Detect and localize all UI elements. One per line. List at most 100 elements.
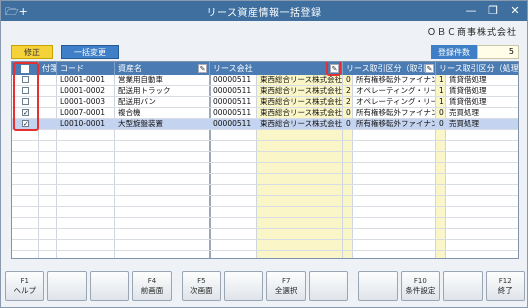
cell-type-code[interactable]: 2 [343, 86, 353, 96]
fkey-f12-button[interactable]: F12 終了 [485, 271, 525, 301]
fkey-key: F4 [147, 277, 157, 285]
cell-lease-type[interactable]: オペレーティング・リー [353, 97, 435, 107]
header-lease-company[interactable]: リース会社 [210, 62, 343, 75]
header-tag[interactable]: 付箋 [39, 62, 57, 75]
cell-asset-name[interactable]: 大型旋盤装置 [115, 119, 197, 129]
cell-company-code[interactable]: 00000511 [210, 108, 256, 118]
cell-code[interactable]: L0001-0003 [57, 97, 115, 107]
row-divider [12, 162, 518, 163]
cell-code[interactable]: L0010-0001 [57, 119, 115, 129]
header-asset-name[interactable]: 資産名 [115, 62, 210, 75]
cell-code[interactable]: L0001-0002 [57, 86, 115, 96]
cell-processing[interactable]: 売買処理 [446, 119, 518, 129]
fkey-label: 終了 [497, 286, 513, 295]
minimize-icon[interactable]: — [463, 2, 479, 18]
row-divider [12, 250, 518, 251]
cell-code[interactable]: L0001-0001 [57, 75, 115, 85]
cell-asset-name[interactable]: 複合機 [115, 108, 197, 118]
header-lease-type-label: リース取引区分（取引） [346, 64, 434, 73]
row-divider [12, 206, 518, 207]
cell-asset-name[interactable]: 営業用自動車 [115, 75, 197, 85]
cell-type-code[interactable]: 0 [343, 75, 353, 85]
company-name: ＯＢＣ商事株式会社 [426, 28, 517, 38]
cell-company-name[interactable]: 東西総合リース株式会社 [257, 97, 343, 107]
cell-type-code[interactable]: 2 [343, 97, 353, 107]
cell-processing[interactable]: 売買処理 [446, 108, 518, 118]
row-divider [12, 140, 518, 141]
fkey-f1-button[interactable]: F1 ヘルプ [5, 271, 45, 301]
fkey-label: 前画面 [140, 286, 164, 295]
fkey-label: 条件設定 [405, 286, 436, 295]
cell-lease-type[interactable]: 所有権移転外ファイナン [353, 108, 435, 118]
fkey-empty-button[interactable] [308, 271, 349, 301]
cell-proc-code[interactable]: 1 [436, 97, 446, 107]
highlight-checkbox-column [13, 62, 39, 131]
function-key-bar: F1 ヘルプ F4 前画面 F5 次画面 F7 全選択 F10 条件設定 F12 終了 [5, 271, 525, 303]
row-divider [12, 151, 518, 152]
fkey-empty-button[interactable] [358, 271, 398, 301]
fkey-empty-button[interactable] [443, 271, 483, 301]
fkey-label: 全選択 [274, 286, 298, 295]
cell-asset-name[interactable]: 配送用バン [115, 97, 197, 107]
cell-lease-type[interactable]: 所有権移転外ファイナン [353, 119, 435, 129]
fkey-label: 次画面 [190, 286, 213, 295]
cell-proc-code[interactable]: 0 [436, 119, 446, 129]
fkey-empty-button[interactable] [224, 271, 264, 301]
header-lease-company-label: リース会社 [213, 64, 253, 73]
cell-company-name[interactable]: 東西総合リース株式会社 [257, 108, 343, 118]
fkey-label: ヘルプ [13, 286, 36, 295]
cell-company-name[interactable]: 東西総合リース株式会社 [257, 75, 343, 85]
row-divider [12, 173, 518, 174]
cell-company-code[interactable]: 00000511 [210, 97, 256, 107]
main-window: 🗁+ リース資産情報一括登録 — ❐ ✕ ＯＢＣ商事株式会社 修正 一括変更 登… [0, 0, 528, 308]
cell-company-name[interactable]: 東西総合リース株式会社 [257, 119, 343, 129]
cell-proc-code[interactable]: 1 [436, 86, 446, 96]
cell-processing[interactable]: 賃貸借処理 [446, 75, 518, 85]
row-divider [12, 129, 518, 130]
header-lease-type[interactable]: リース取引区分（取引） [343, 62, 436, 75]
cell-type-code[interactable]: 0 [343, 119, 353, 129]
row-divider [12, 195, 518, 196]
fkey-empty-button[interactable] [47, 271, 87, 301]
row-divider [12, 217, 518, 218]
fkey-key: F5 [197, 277, 206, 285]
cell-proc-code[interactable]: 1 [436, 75, 446, 85]
header-asset-name-label: 資産名 [118, 64, 142, 73]
row-divider [12, 239, 518, 240]
fkey-key: F7 [281, 277, 291, 285]
fkey-f7-button[interactable]: F7 全選択 [266, 271, 306, 301]
bulk-change-button[interactable]: 一括変更 [61, 45, 119, 59]
fkey-key: F10 [413, 277, 427, 285]
cell-proc-code[interactable]: 0 [436, 108, 446, 118]
record-count-label: 登録件数 [431, 45, 477, 59]
fkey-empty-button[interactable] [89, 271, 130, 301]
fkey-f5-button[interactable]: F5 次画面 [181, 271, 222, 301]
row-divider [12, 184, 518, 185]
close-icon[interactable]: ✕ [507, 2, 523, 18]
cell-processing[interactable]: 賃貸借処理 [446, 86, 518, 96]
header-lease-type-processing[interactable]: リース取引区分（処理方 [436, 62, 518, 75]
fkey-f4-button[interactable]: F4 前画面 [132, 271, 172, 301]
highlight-edit-icon [326, 62, 341, 76]
edit-icon[interactable]: ✎ [198, 64, 207, 73]
title-bar: 🗁+ リース資産情報一括登録 — ❐ ✕ [1, 1, 527, 21]
row-divider [12, 228, 518, 229]
cell-code[interactable]: L0007-0001 [57, 108, 115, 118]
cell-company-code[interactable]: 00000511 [210, 75, 256, 85]
modify-button[interactable]: 修正 [11, 45, 53, 59]
cell-asset-name[interactable]: 配送用トラック [115, 86, 197, 96]
fkey-key: F12 [498, 277, 512, 285]
asset-grid[interactable]: 付箋 コード 資産名 ✎ リース会社 ✎ リース取引区分（取引） ✎ リース取引… [11, 61, 519, 259]
window-title: リース資産情報一括登録 [206, 8, 322, 19]
cell-lease-type[interactable]: 所有権移転外ファイナン [353, 75, 435, 85]
restore-icon[interactable]: ❐ [485, 2, 501, 18]
edit-icon[interactable]: ✎ [425, 64, 434, 73]
cell-processing[interactable]: 賃貸借処理 [446, 97, 518, 107]
cell-company-code[interactable]: 00000511 [210, 119, 256, 129]
cell-type-code[interactable]: 0 [343, 108, 353, 118]
cell-lease-type[interactable]: オペレーティング・リー [353, 86, 435, 96]
cell-company-code[interactable]: 00000511 [210, 86, 256, 96]
cell-company-name[interactable]: 東西総合リース株式会社 [257, 86, 343, 96]
fkey-f10-button[interactable]: F10 条件設定 [400, 271, 441, 301]
header-code[interactable]: コード [57, 62, 115, 75]
